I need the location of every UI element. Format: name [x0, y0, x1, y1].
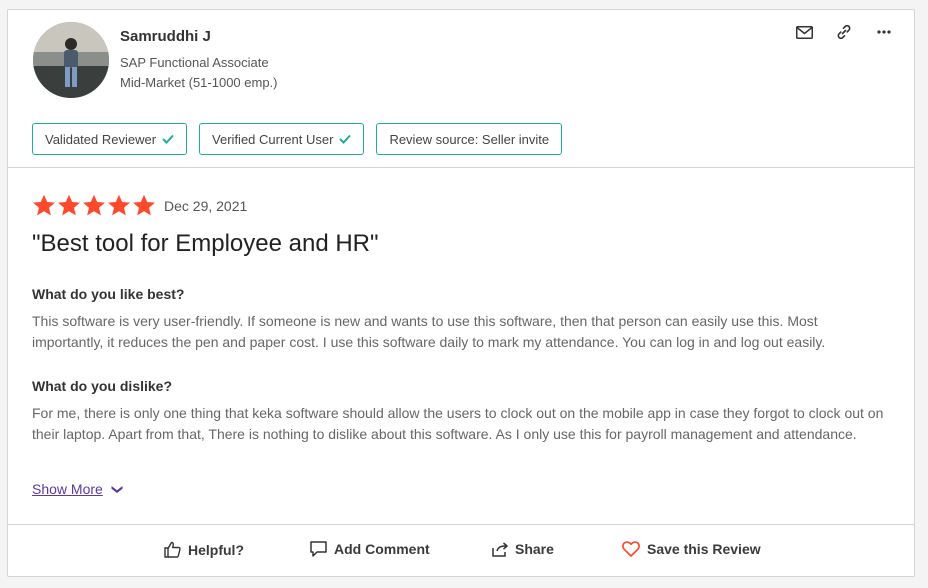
star-rating — [32, 194, 156, 217]
avatar-photo — [33, 22, 109, 98]
show-more-label: Show More — [32, 481, 103, 497]
rating-row: Dec 29, 2021 — [32, 194, 247, 217]
save-review-button[interactable]: Save this Review — [622, 541, 761, 557]
review-date: Dec 29, 2021 — [164, 197, 248, 214]
badge-label: Validated Reviewer — [45, 131, 157, 147]
share-label: Share — [515, 541, 554, 557]
add-comment-button[interactable]: Add Comment — [310, 541, 430, 557]
avatar[interactable] — [33, 22, 109, 98]
header-actions — [794, 22, 894, 42]
mail-icon[interactable] — [794, 22, 814, 42]
helpful-label: Helpful? — [188, 541, 244, 558]
review-footer: Helpful? Add Comment Share Save this Rev… — [8, 524, 914, 578]
show-more-link[interactable]: Show More — [32, 481, 123, 497]
review-title: "Best tool for Employee and HR" — [32, 230, 379, 257]
reviewer-name[interactable]: Samruddhi J — [120, 28, 211, 45]
review-header: Samruddhi J SAP Functional Associate Mid… — [8, 10, 914, 168]
question-like-best: What do you like best? — [32, 286, 185, 302]
badge-review-source: Review source: Seller invite — [376, 123, 563, 155]
link-icon[interactable] — [834, 22, 854, 42]
badge-label: Review source: Seller invite — [389, 131, 550, 147]
answer-dislike: For me, there is only one thing that kek… — [32, 405, 884, 442]
reviewer-title: SAP Functional Associate — [120, 55, 269, 70]
star-icon — [108, 194, 130, 216]
star-icon — [33, 194, 55, 216]
check-icon — [162, 134, 174, 144]
badge-validated-reviewer: Validated Reviewer — [32, 123, 188, 155]
check-icon — [339, 134, 352, 144]
star-icon — [133, 194, 155, 216]
more-options-icon[interactable] — [874, 22, 894, 42]
badge-label: Verified Current User — [212, 131, 334, 147]
helpful-button[interactable]: Helpful? — [164, 541, 244, 558]
reviewer-badges: Validated Reviewer Verified Current User… — [32, 123, 563, 155]
badge-verified-current-user: Verified Current User — [199, 123, 365, 155]
share-icon — [492, 541, 508, 557]
star-icon — [58, 194, 80, 216]
question-dislike: What do you dislike? — [32, 378, 173, 394]
review-card: Samruddhi J SAP Functional Associate Mid… — [7, 9, 915, 577]
comment-icon — [310, 541, 327, 557]
star-icon — [83, 194, 105, 216]
answer-like-best: This software is very user-friendly. If … — [32, 313, 826, 350]
share-button[interactable]: Share — [492, 541, 554, 557]
save-review-label: Save this Review — [647, 541, 761, 557]
chevron-down-icon — [111, 485, 123, 493]
reviewer-segment: Mid-Market (51-1000 emp.) — [120, 75, 278, 90]
heart-icon — [622, 541, 640, 557]
add-comment-label: Add Comment — [334, 541, 430, 557]
thumbs-up-icon — [164, 541, 181, 558]
